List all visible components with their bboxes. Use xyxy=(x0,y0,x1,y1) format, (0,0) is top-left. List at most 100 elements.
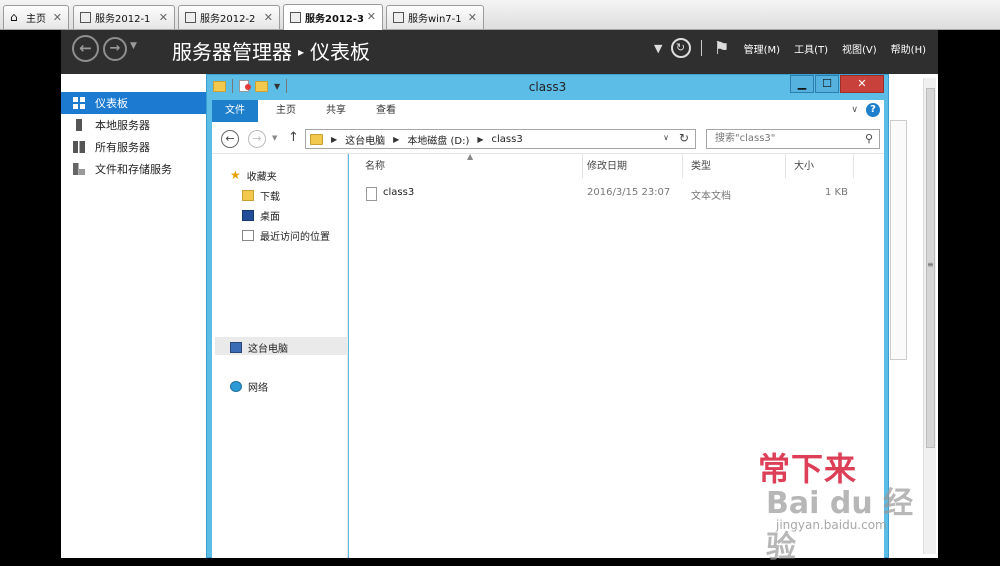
breadcrumb-separator[interactable]: ▶ xyxy=(331,135,337,144)
nav-item-downloads[interactable]: 下载 xyxy=(242,188,280,203)
close-icon[interactable]: ✕ xyxy=(159,11,168,24)
sidebar-item-dashboard[interactable]: 仪表板 xyxy=(61,92,206,114)
chevron-down-icon[interactable]: ▼ xyxy=(130,41,137,51)
address-row: ← → ▼ ↑ ▶ 这台电脑 ▶ 本地磁盘 (D:) ▶ class3 ∨ ↻ … xyxy=(212,122,884,154)
folder-icon xyxy=(310,133,323,145)
sidebar-item-label: 所有服务器 xyxy=(95,141,150,154)
minimize-button[interactable]: ▁ xyxy=(790,75,814,93)
search-input[interactable]: 搜索"class3" ⚲ xyxy=(706,129,880,149)
forward-button[interactable]: → xyxy=(248,130,266,148)
nav-item-label: 下载 xyxy=(260,192,280,203)
nav-item-label: 这台电脑 xyxy=(248,344,288,355)
column-header-date[interactable]: 修改日期 xyxy=(579,154,683,178)
nav-item-favorites[interactable]: ★ 收藏夹 xyxy=(230,168,277,183)
up-arrow-icon[interactable]: ↑ xyxy=(288,130,299,145)
nav-item-label: 收藏夹 xyxy=(246,172,277,183)
nav-item-this-pc[interactable]: 这台电脑 xyxy=(230,340,288,355)
tab-file[interactable]: 文件 xyxy=(212,100,258,122)
vm-tab-server-2012-1[interactable]: 服务2012-1 ✕ xyxy=(73,5,175,29)
page-name: 仪表板 xyxy=(310,40,371,64)
tab-home[interactable]: 主页 xyxy=(264,100,308,122)
breadcrumb-this-pc[interactable]: 这台电脑 xyxy=(345,132,385,147)
maximize-button[interactable]: ☐ xyxy=(815,75,839,93)
breadcrumb-separator[interactable]: ▶ xyxy=(393,135,399,144)
search-placeholder: 搜索"class3" xyxy=(715,133,776,144)
vm-icon xyxy=(185,12,196,23)
nav-item-label: 桌面 xyxy=(260,212,280,223)
nav-item-label: 最近访问的位置 xyxy=(260,232,330,243)
page-title: 服务器管理器 ▸ 仪表板 xyxy=(172,36,370,65)
breadcrumb-separator[interactable]: ▶ xyxy=(477,135,483,144)
server-manager-sidebar: 仪表板 本地服务器 所有服务器 文件和存储服务 xyxy=(61,74,207,558)
menu-help[interactable]: 帮助(H) xyxy=(891,41,926,56)
chevron-down-icon[interactable]: ∨ xyxy=(663,133,669,142)
sidebar-item-local-server[interactable]: 本地服务器 xyxy=(61,114,206,136)
address-bar[interactable]: ▶ 这台电脑 ▶ 本地磁盘 (D:) ▶ class3 ∨ ↻ xyxy=(305,129,696,149)
explorer-titlebar[interactable]: ▼ class3 ▁ ☐ ✕ xyxy=(207,75,888,99)
nav-item-recent[interactable]: 最近访问的位置 xyxy=(242,228,330,243)
back-button[interactable]: ← xyxy=(221,130,239,148)
sidebar-item-label: 仪表板 xyxy=(95,97,128,110)
desktop-icon xyxy=(242,210,254,221)
breadcrumb-class3[interactable]: class3 xyxy=(492,134,523,145)
tab-view[interactable]: 查看 xyxy=(364,100,408,122)
column-header-name[interactable]: 名称 xyxy=(357,154,583,178)
chevron-down-icon[interactable]: ▼ xyxy=(654,42,662,55)
vm-icon xyxy=(80,12,91,23)
star-icon: ★ xyxy=(230,168,241,182)
menu-manage[interactable]: 管理(M) xyxy=(744,41,780,56)
close-icon[interactable]: ✕ xyxy=(468,11,477,24)
file-type: 文本文档 xyxy=(691,191,731,202)
vm-icon xyxy=(290,12,301,23)
nav-item-desktop[interactable]: 桌面 xyxy=(242,208,280,223)
menu-tools[interactable]: 工具(T) xyxy=(794,41,828,56)
close-button[interactable]: ✕ xyxy=(840,75,884,93)
breadcrumb-separator: ▸ xyxy=(298,45,305,59)
recent-locations-icon[interactable]: ▼ xyxy=(272,134,277,142)
storage-icon xyxy=(73,163,85,175)
close-icon[interactable]: ✕ xyxy=(367,10,376,23)
forward-button[interactable]: → xyxy=(103,37,127,61)
notifications-flag-icon[interactable]: ⚑ xyxy=(714,38,730,59)
column-header-type[interactable]: 类型 xyxy=(683,154,786,178)
refresh-icon[interactable]: ↻ xyxy=(679,131,689,145)
navigation-pane: ★ 收藏夹 下载 桌面 最近访问的位置 这台电脑 网络 xyxy=(212,154,348,558)
sidebar-item-label: 文件和存储服务 xyxy=(95,163,172,176)
back-button[interactable]: ← xyxy=(72,35,99,62)
expand-ribbon-icon[interactable]: ∨ xyxy=(851,105,858,115)
menu-view[interactable]: 视图(V) xyxy=(842,41,877,56)
breadcrumb-drive-d[interactable]: 本地磁盘 (D:) xyxy=(407,132,469,147)
close-icon[interactable]: ✕ xyxy=(264,11,273,24)
file-name: class3 xyxy=(383,187,415,198)
column-header-size[interactable]: 大小 xyxy=(786,154,854,178)
recent-places-icon xyxy=(242,230,254,241)
network-icon xyxy=(230,381,242,392)
ribbon-controls: ∨ ? xyxy=(851,103,880,117)
window-controls: ▁ ☐ ✕ xyxy=(789,75,884,93)
server-icon xyxy=(76,119,82,131)
tab-share[interactable]: 共享 xyxy=(314,100,358,122)
downloads-folder-icon xyxy=(242,190,254,201)
window-title: class3 xyxy=(528,80,567,94)
vm-tab-label: 主页 xyxy=(26,14,46,25)
home-icon: ⌂ xyxy=(10,10,18,24)
sidebar-item-file-storage[interactable]: 文件和存储服务 xyxy=(61,158,206,180)
sidebar-item-all-servers[interactable]: 所有服务器 xyxy=(61,136,206,158)
grip-icon: ≡ xyxy=(927,260,934,269)
file-size: 1 KB xyxy=(825,187,848,198)
file-modified: 2016/3/15 23:07 xyxy=(587,187,671,198)
help-icon[interactable]: ? xyxy=(866,103,880,117)
nav-item-label: 网络 xyxy=(248,383,268,394)
refresh-icon[interactable]: ↻ xyxy=(670,38,691,58)
close-icon[interactable]: ✕ xyxy=(53,11,62,24)
vm-tab-server-2012-2[interactable]: 服务2012-2 ✕ xyxy=(178,5,280,29)
table-row[interactable]: class3 2016/3/15 23:07 文本文档 1 KB xyxy=(349,184,884,204)
vm-tab-server-2012-3[interactable]: 服务2012-3 ✕ xyxy=(283,4,383,30)
watermark: 常下来 Bai du 经验 jingyan.baidu.com xyxy=(758,444,938,565)
vm-tab-home[interactable]: ⌂ 主页 ✕ xyxy=(3,5,69,29)
vm-tab-server-win7-1[interactable]: 服务win7-1 ✕ xyxy=(386,5,484,29)
nav-item-network[interactable]: 网络 xyxy=(230,379,268,394)
search-icon[interactable]: ⚲ xyxy=(865,130,873,148)
divider xyxy=(700,40,702,56)
